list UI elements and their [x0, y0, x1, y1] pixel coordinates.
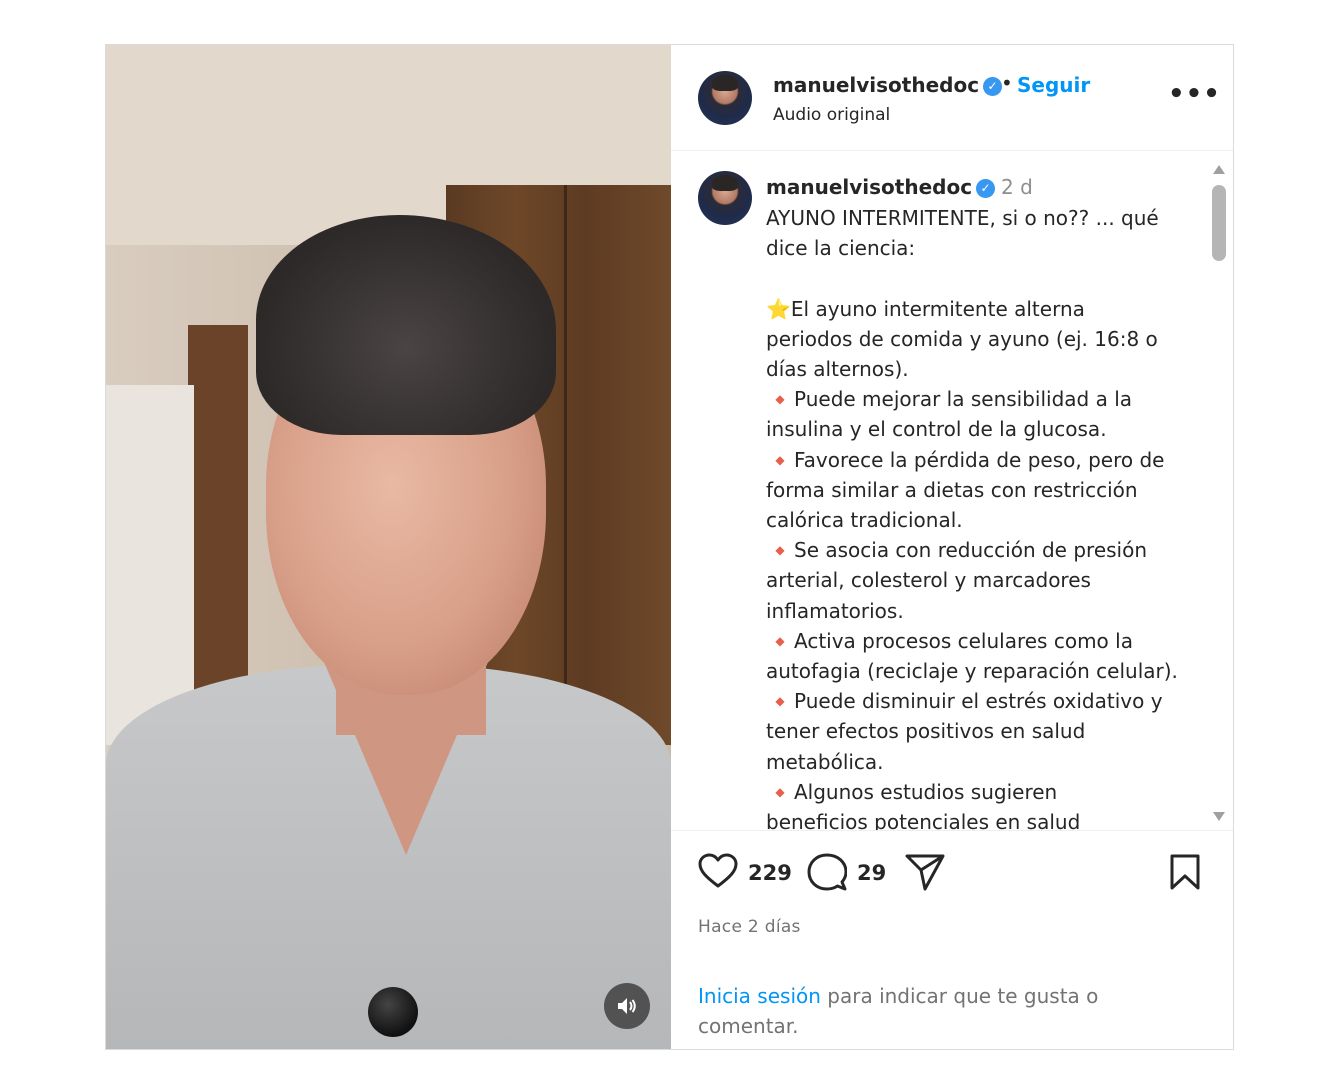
author-username[interactable]: manuelvisothedoc ✓ [773, 73, 1003, 97]
author-username-text[interactable]: manuelvisothedoc [773, 73, 979, 97]
caption-area[interactable]: manuelvisothedoc ✓ 2 d AYUNO INTERMITENTE… [671, 151, 1233, 831]
caption-line: autofagia (reciclaje y reparación celula… [766, 659, 1178, 684]
comment-button[interactable] [807, 853, 848, 895]
caption-line: ◆ Puede mejorar la sensibilidad a la [766, 384, 1191, 414]
diamond-bullet-icon: ◆ [775, 452, 785, 467]
scroll-down-arrow-icon[interactable] [1213, 812, 1225, 821]
comment-bubble-icon [807, 853, 848, 891]
bookmark-icon [1170, 854, 1200, 890]
caption-line: ◆ Favorece la pérdida de peso, pero de [766, 445, 1191, 475]
header-separator: • [1001, 71, 1013, 95]
caption-line: AYUNO INTERMITENTE, si o no?? ... qué [766, 206, 1159, 230]
scroll-thumb[interactable] [1212, 185, 1226, 261]
caption-line: ◆ Algunos estudios sugieren [766, 777, 1191, 807]
login-link[interactable]: Inicia sesión [698, 984, 821, 1008]
caption-line: ⭐El ayuno intermitente alterna [766, 294, 1191, 324]
save-button[interactable] [1169, 853, 1201, 895]
caption-line-text: El ayuno intermitente alterna [790, 296, 1085, 321]
caption-scrollbar[interactable] [1208, 159, 1228, 825]
login-prompt: Inicia sesión para indicar que te gusta … [698, 981, 1158, 1041]
scroll-up-arrow-icon[interactable] [1213, 165, 1225, 174]
diamond-bullet-icon: ◆ [775, 633, 785, 648]
instagram-post: manuelvisothedoc ✓ • Seguir Audio origina… [105, 44, 1234, 1050]
diamond-bullet-icon: ◆ [775, 392, 785, 407]
follow-button[interactable]: Seguir [1017, 73, 1090, 97]
caption-line: tener efectos positivos en salud [766, 719, 1086, 744]
reel-video[interactable] [106, 45, 671, 1049]
caption-line: ◆ Se asocia con reducción de presión [766, 535, 1191, 565]
comment-count[interactable]: 29 [857, 861, 886, 885]
caption-line: inflamatorios. [766, 598, 904, 623]
more-options-button[interactable]: ••• [1168, 79, 1221, 109]
login-prompt-text: para indicar que te gusta o [820, 984, 1099, 1008]
caption-line-text: Favorece la pérdida de peso, pero de [794, 447, 1165, 472]
star-emoji-icon: ⭐ [766, 296, 791, 321]
verified-badge-icon: ✓ [976, 179, 996, 198]
video-wardrobe-seam [564, 185, 567, 745]
caption-time: 2 d [1001, 175, 1033, 199]
verified-badge-icon: ✓ [983, 77, 1003, 96]
caption-line: días alternos). [766, 357, 909, 381]
caption-line-text: Puede disminuir el estrés oxidativo y [794, 689, 1163, 714]
caption-text: AYUNO INTERMITENTE, si o no?? ... qué di… [766, 203, 1191, 831]
speaker-icon [618, 998, 636, 1014]
post-header: manuelvisothedoc ✓ • Seguir Audio origina… [671, 45, 1233, 151]
author-avatar[interactable] [698, 71, 752, 125]
like-button[interactable] [698, 853, 738, 893]
caption-line: arterial, colesterol y marcadores [766, 568, 1091, 593]
video-shelf [106, 385, 194, 745]
caption-username[interactable]: manuelvisothedoc ✓ [766, 175, 996, 199]
caption-line-text: Algunos estudios sugieren [794, 779, 1058, 804]
caption-line: calórica tradicional. [766, 508, 963, 533]
caption-line: metabólica. [766, 749, 884, 774]
post-panel: manuelvisothedoc ✓ • Seguir Audio origina… [671, 45, 1233, 1049]
audio-link[interactable]: Audio original [773, 105, 890, 125]
diamond-bullet-icon: ◆ [775, 784, 785, 799]
caption-line: beneficios potenciales en salud [766, 810, 1081, 831]
caption-avatar[interactable] [698, 171, 752, 225]
caption-line: forma similar a dietas con restricción [766, 477, 1138, 502]
heart-icon [698, 853, 738, 888]
caption-line: dice la ciencia: [766, 236, 916, 261]
mute-button[interactable] [604, 983, 650, 1029]
diamond-bullet-icon: ◆ [775, 543, 785, 558]
paper-plane-icon [905, 854, 945, 891]
caption-line: periodos de comida y ayuno (ej. 16:8 o [766, 326, 1158, 351]
share-button[interactable] [905, 853, 945, 895]
caption-line: ◆ Puede disminuir el estrés oxidativo y [766, 686, 1191, 716]
caption-line: insulina y el control de la glucosa. [766, 417, 1107, 442]
caption-line: ◆ Activa procesos celulares como la [766, 626, 1191, 656]
post-time[interactable]: Hace 2 días [698, 917, 801, 937]
post-actions: 229 29 Hace 2 días Inicia sesión para in… [671, 831, 1233, 1038]
caption-line-text: Activa procesos celulares como la [794, 628, 1133, 653]
caption-line-text: Puede mejorar la sensibilidad a la [794, 387, 1133, 412]
diamond-bullet-icon: ◆ [775, 694, 785, 709]
login-prompt-text-2: comentar. [698, 1014, 799, 1038]
caption-line-text: Se asocia con reducción de presión [794, 538, 1148, 563]
like-count[interactable]: 229 [748, 861, 792, 885]
caption-username-text[interactable]: manuelvisothedoc [766, 175, 972, 199]
video-lapel-mic [368, 987, 418, 1037]
